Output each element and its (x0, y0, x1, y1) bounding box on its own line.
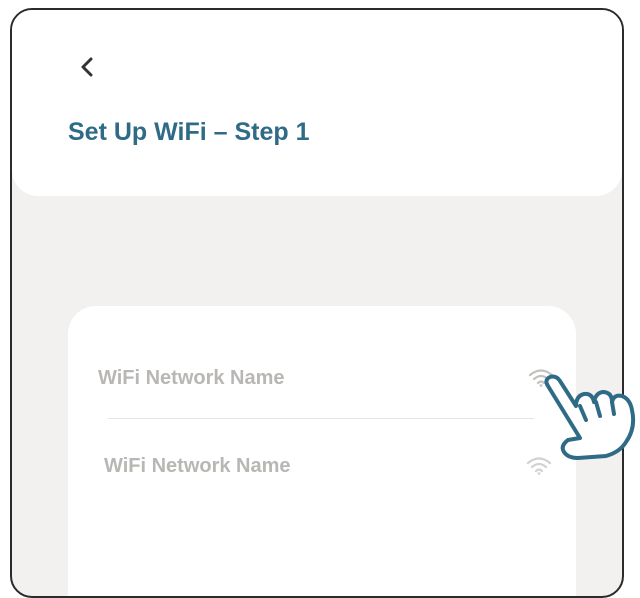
network-name: WiFi Network Name (104, 454, 291, 477)
network-list-item[interactable]: WiFi Network Name (104, 446, 552, 486)
chevron-left-icon (81, 57, 93, 77)
tap-hand-icon (544, 374, 636, 460)
divider (108, 418, 534, 419)
header: Set Up WiFi – Step 1 (12, 10, 622, 196)
back-button[interactable] (72, 50, 102, 84)
page-title: Set Up WiFi – Step 1 (68, 118, 310, 146)
network-name: WiFi Network Name (98, 366, 285, 389)
phone-frame: Set Up WiFi – Step 1 WiFi Network Name W… (10, 8, 624, 598)
network-list-card: WiFi Network Name WiFi Network Name (68, 306, 576, 596)
network-list-item[interactable]: WiFi Network Name (98, 358, 554, 398)
